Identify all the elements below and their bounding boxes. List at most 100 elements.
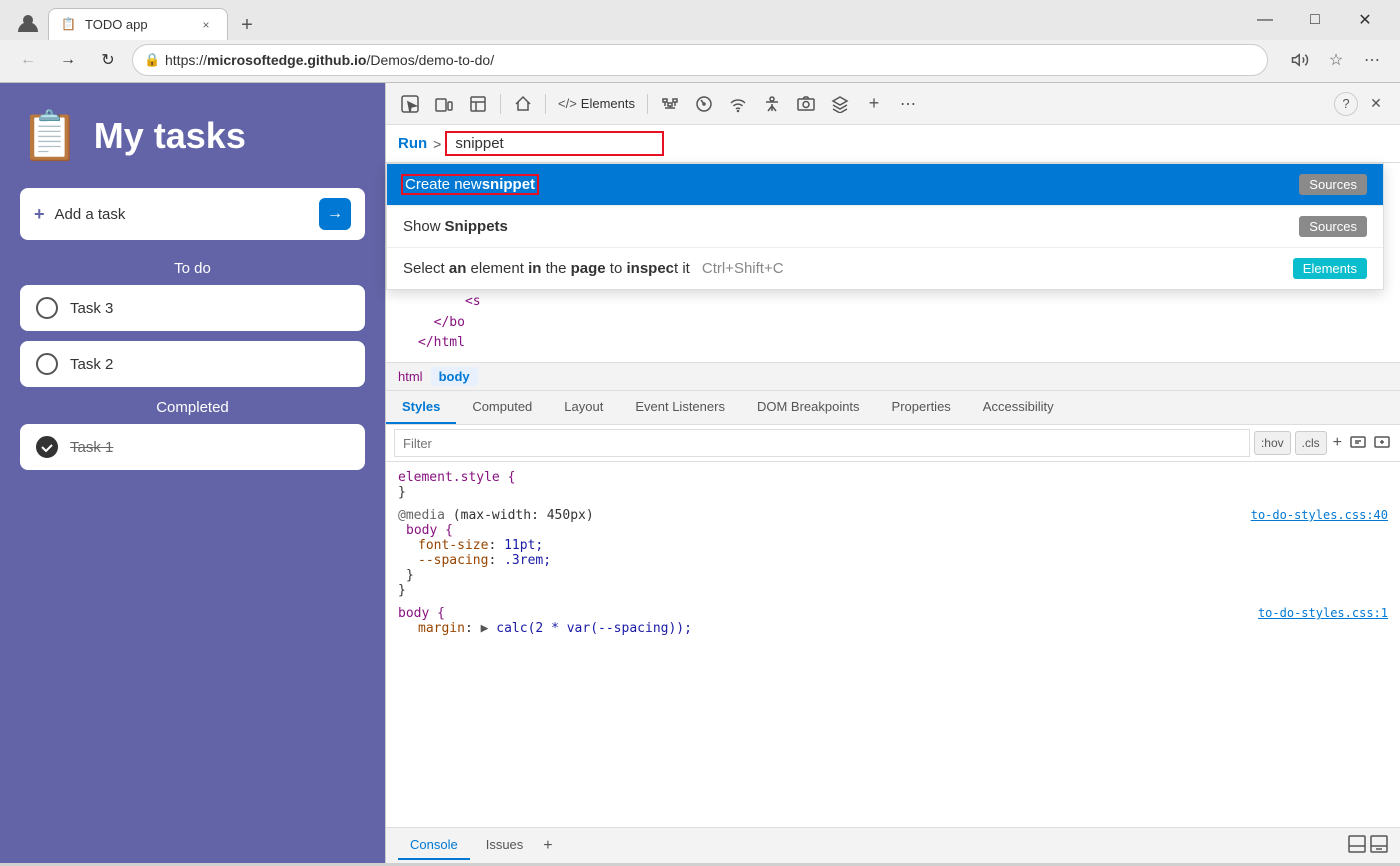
inspect-tool-button[interactable] (394, 88, 426, 120)
more-button[interactable]: ⋯ (1356, 44, 1388, 76)
layers-tool-button[interactable] (824, 88, 856, 120)
styles-tab-accessibility[interactable]: Accessibility (967, 391, 1070, 424)
css-declaration-margin: margin: ▶ calc(2 * var(--spacing)); (418, 621, 1388, 636)
filter-input[interactable] (394, 429, 1250, 457)
add-style-rule-button[interactable]: + (1331, 432, 1344, 454)
close-devtools-button[interactable]: ✕ (1360, 88, 1392, 120)
todo-app-icon: 📋 (20, 107, 80, 164)
styles-tab-event-listeners[interactable]: Event Listeners (619, 391, 741, 424)
css-prop-margin: margin (418, 621, 465, 636)
select-element-item[interactable]: Select an element in the page to inspect… (387, 248, 1383, 289)
issues-tab[interactable]: Issues (474, 831, 536, 860)
todo-app: 📋 My tasks + Add a task → To do Task 3 T… (0, 83, 385, 863)
screenshot-tool-button[interactable] (790, 88, 822, 120)
css-expand-arrow[interactable]: ▶ (481, 621, 489, 636)
css-val-font-size: 11pt; (504, 538, 543, 553)
window-controls: — □ ✕ (1242, 4, 1388, 36)
refresh-button[interactable]: ↻ (92, 44, 124, 76)
wifi-tool-button[interactable] (722, 88, 754, 120)
new-tab-button[interactable]: + (232, 10, 262, 40)
toggle-element-state-button[interactable] (1348, 432, 1368, 455)
css-brace: } (398, 485, 406, 500)
css-body-selector: body { (406, 523, 453, 538)
undock-icon[interactable] (1370, 835, 1388, 856)
css-element-style-selector: element.style { (398, 470, 515, 485)
forward-button[interactable]: → (52, 44, 84, 76)
title-bar: 📋 TODO app × + — □ ✕ (0, 0, 1400, 40)
help-button[interactable]: ? (1334, 92, 1358, 116)
task-checkbox-2[interactable] (36, 353, 58, 375)
code-line-body-close: </bo (418, 313, 1392, 334)
add-task-arrow-icon: → (319, 198, 351, 230)
dock-bottom-icon[interactable] (1348, 835, 1366, 856)
todo-app-title: My tasks (94, 115, 246, 157)
task-checkbox-3[interactable] (36, 297, 58, 319)
task-item-1[interactable]: Task 1 (20, 424, 365, 470)
css-body-declarations: margin: ▶ calc(2 * var(--spacing)); (418, 621, 1388, 636)
css-colon-3: : (465, 621, 481, 636)
favorites-button[interactable]: ☆ (1320, 44, 1352, 76)
create-text-bold: snippet (482, 176, 535, 193)
css-media-close: } (398, 568, 1388, 583)
elements-label-button[interactable]: </> Elements (552, 88, 641, 120)
tab-close-button[interactable]: × (197, 16, 215, 34)
maximize-button[interactable]: □ (1292, 4, 1338, 36)
device-emulation-button[interactable] (428, 88, 460, 120)
styles-tab-dom-breakpoints[interactable]: DOM Breakpoints (741, 391, 876, 424)
css-rule-media: to-do-styles.css:40 @media (max-width: 4… (398, 508, 1388, 598)
css-link-40[interactable]: to-do-styles.css:40 (1251, 508, 1388, 522)
show-snippets-badge: Sources (1299, 216, 1367, 237)
add-bottom-panel-button[interactable]: + (539, 833, 556, 859)
minimize-button[interactable]: — (1242, 4, 1288, 36)
cls-button[interactable]: .cls (1295, 431, 1327, 455)
task-item-2[interactable]: Task 2 (20, 341, 365, 387)
css-rules-panel: element.style { } to-do-styles.css:40 @m… (386, 462, 1400, 827)
task-item-3[interactable]: Task 3 (20, 285, 365, 331)
accessibility-tool-button[interactable] (756, 88, 788, 120)
close-button[interactable]: ✕ (1342, 4, 1388, 36)
network-tool-button[interactable] (654, 88, 686, 120)
more-icon: ⋯ (900, 94, 916, 114)
add-task-label: Add a task (55, 206, 319, 223)
css-prop-spacing: --spacing (418, 553, 488, 568)
hov-button[interactable]: :hov (1254, 431, 1291, 455)
css-inner-selector: body { (398, 523, 1388, 538)
address-container: 🔒 https://microsoftedge.github.io/Demos/… (132, 44, 1268, 76)
styles-tab-styles[interactable]: Styles (386, 391, 456, 424)
toolbar-separator-3 (647, 94, 648, 114)
css-outer-brace: } (398, 583, 406, 598)
create-new-snippet-item[interactable]: Create new snippet Sources (387, 164, 1383, 205)
add-tool-button[interactable]: + (858, 88, 890, 120)
url-domain: microsoftedge.github.io (207, 52, 366, 68)
url-prefix: https:// (165, 52, 207, 68)
console-tab[interactable]: Console (398, 831, 470, 860)
new-style-rule-button[interactable] (1372, 432, 1392, 455)
run-arrow-icon: > (433, 136, 441, 152)
main-area: 📋 My tasks + Add a task → To do Task 3 T… (0, 83, 1400, 863)
browser-chrome: 📋 TODO app × + — □ ✕ ← → ↻ 🔒 https://mic… (0, 0, 1400, 83)
show-snippets-item[interactable]: Show Snippets Sources (387, 206, 1383, 247)
address-bar: ← → ↻ 🔒 https://microsoftedge.github.io/… (0, 40, 1400, 82)
more-tools-button[interactable]: ⋯ (892, 88, 924, 120)
css-link-1[interactable]: to-do-styles.css:1 (1258, 606, 1388, 620)
breadcrumb-html[interactable]: html (398, 369, 423, 384)
elements-icon-button[interactable] (462, 88, 494, 120)
task-checkbox-1[interactable] (36, 436, 58, 458)
profile-icon[interactable] (12, 8, 44, 40)
add-task-bar[interactable]: + Add a task → (20, 188, 365, 240)
code-line-html-close: </html (418, 333, 1392, 354)
snippet-input[interactable] (445, 131, 664, 156)
select-element-text: Select an element in the page to inspect… (403, 260, 784, 277)
styles-tab-computed[interactable]: Computed (456, 391, 548, 424)
tab-favicon: 📋 (61, 17, 77, 33)
address-input[interactable]: https://microsoftedge.github.io/Demos/de… (132, 44, 1268, 76)
browser-tab-active[interactable]: 📋 TODO app × (48, 8, 228, 40)
back-button[interactable]: ← (12, 44, 44, 76)
home-button[interactable] (507, 88, 539, 120)
show-text-bold: Snippets (445, 218, 508, 235)
performance-tool-button[interactable] (688, 88, 720, 120)
read-aloud-button[interactable] (1284, 44, 1316, 76)
styles-tab-properties[interactable]: Properties (876, 391, 967, 424)
styles-tab-layout[interactable]: Layout (548, 391, 619, 424)
breadcrumb-body[interactable]: body (431, 367, 478, 386)
